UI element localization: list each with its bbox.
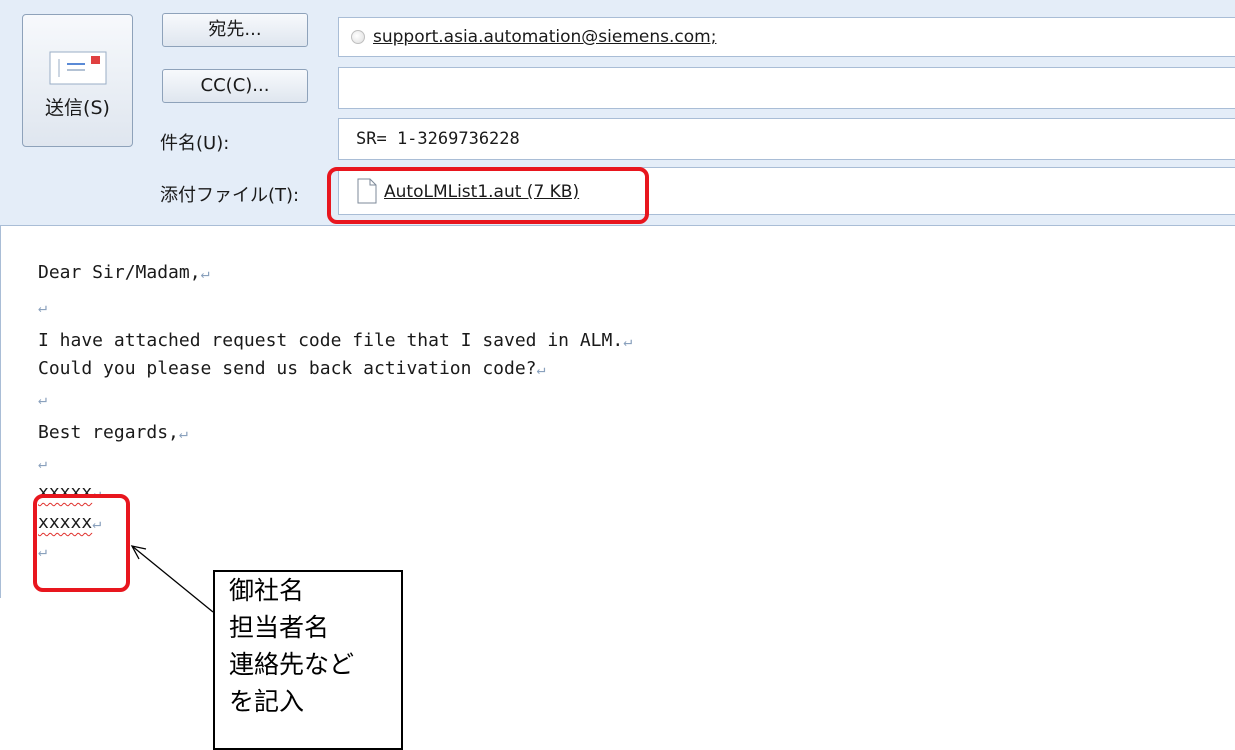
subject-value: SR= 1-3269736228: [356, 129, 520, 149]
annotation-note: 御社名 担当者名 連絡先など を記入: [213, 570, 403, 750]
paragraph-mark-icon: ↵: [38, 390, 48, 408]
attachment-highlight: [327, 167, 649, 224]
body-line-3: I have attached request code file that I…: [38, 330, 633, 351]
paragraph-mark-icon: ↵: [536, 360, 546, 378]
attachment-label: 添付ファイル(T):: [160, 185, 300, 206]
annotation-line-1: 御社名: [229, 576, 305, 605]
body-line-6: Best regards,↵: [38, 422, 188, 443]
paragraph-mark-icon: ↵: [38, 298, 48, 316]
contact-dot-icon: [351, 30, 365, 44]
envelope-icon: [49, 51, 107, 85]
paragraph-mark-icon: ↵: [200, 264, 210, 282]
to-field[interactable]: support.asia.automation@siemens.com;: [338, 17, 1235, 57]
send-button[interactable]: 送信(S): [22, 14, 133, 147]
annotation-line-2: 担当者名: [229, 613, 330, 642]
message-header: 送信(S) 宛先... CC(C)... 件名(U): 添付ファイル(T): s…: [0, 0, 1235, 226]
cc-button[interactable]: CC(C)...: [162, 69, 308, 103]
paragraph-mark-icon: ↵: [38, 454, 48, 472]
message-body[interactable]: Dear Sir/Madam,↵ ↵ I have attached reque…: [0, 226, 1235, 598]
body-line-5: ↵: [38, 388, 47, 409]
cc-field[interactable]: [338, 67, 1235, 109]
send-label: 送信(S): [45, 97, 110, 119]
subject-label: 件名(U):: [160, 133, 230, 154]
body-line-2: ↵: [38, 296, 47, 317]
paragraph-mark-icon: ↵: [623, 332, 633, 350]
annotation-line-4: を記入: [229, 687, 305, 716]
subject-field[interactable]: SR= 1-3269736228: [338, 118, 1235, 160]
annotation-line-3: 連絡先など: [229, 650, 355, 679]
to-button[interactable]: 宛先...: [162, 13, 308, 47]
to-recipient[interactable]: support.asia.automation@siemens.com;: [373, 27, 716, 47]
paragraph-mark-icon: ↵: [178, 424, 188, 442]
body-line-1: Dear Sir/Madam,↵: [38, 262, 210, 283]
signature-highlight: [33, 494, 130, 592]
body-line-7: ↵: [38, 452, 47, 473]
body-line-4: Could you please send us back activation…: [38, 358, 546, 379]
